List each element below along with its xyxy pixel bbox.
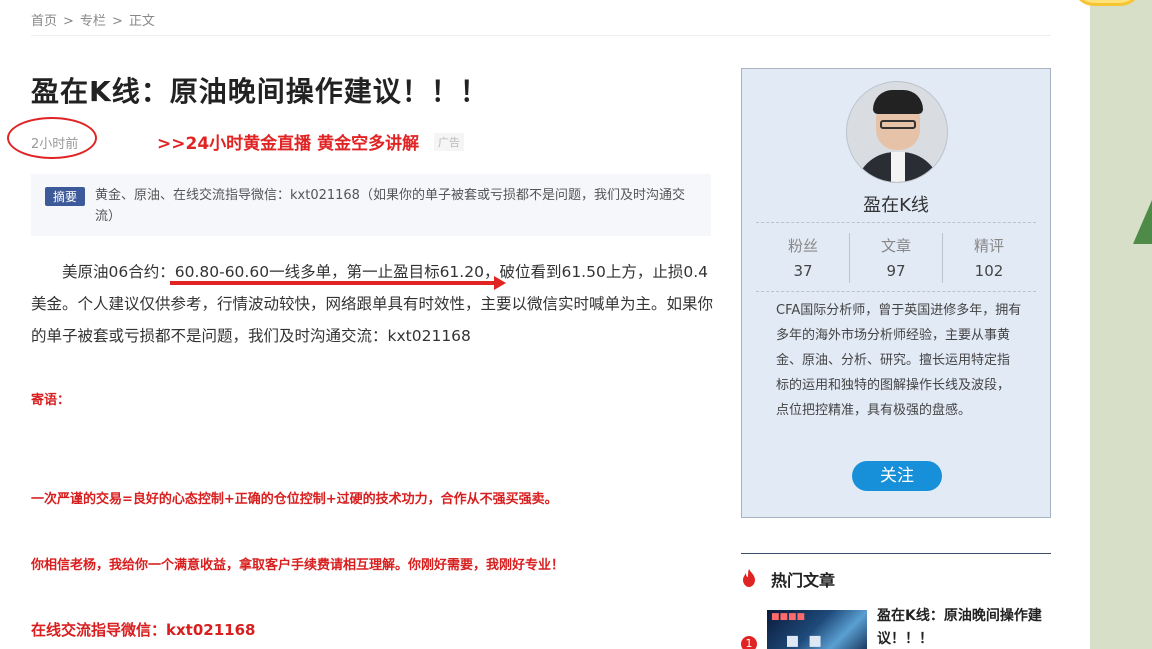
divider <box>741 553 1051 554</box>
hot-article-thumbnail[interactable]: ■■■■ ▪ ▪ <box>767 610 867 649</box>
breadcrumb-home[interactable]: 首页 <box>31 10 57 29</box>
summary-label: 摘要 <box>45 187 86 206</box>
stat-label: 粉丝 <box>787 237 818 255</box>
background-decoration <box>1090 0 1152 649</box>
annotation-arrow <box>170 281 500 285</box>
breadcrumb: 首页 > 专栏 > 正文 <box>31 10 155 29</box>
summary-box: 摘要 黄金、原油、在线交流指导微信：kxt021168（如果你的单子被套或亏损都… <box>31 174 711 236</box>
stat-value: 102 <box>974 262 1004 280</box>
article-body: 美原油06合约：60.80-60.60一线多单，第一止盈目标61.20，破位看到… <box>31 256 714 352</box>
hot-articles-title: 热门文章 <box>771 571 836 590</box>
stat-value: 37 <box>793 262 813 280</box>
quote-2: 你相信老杨，我给你一个满意收益，拿取客户手续费请相互理解。你刚好需要，我刚好专业… <box>31 558 565 573</box>
breadcrumb-separator: > <box>63 14 74 29</box>
follow-button[interactable]: 关注 <box>852 461 942 491</box>
stat-label: 精评 <box>973 237 1004 255</box>
breadcrumb-separator: > <box>111 14 123 29</box>
promo-link[interactable]: >>24小时黄金直播 黄金空多讲解 <box>157 129 419 154</box>
avatar[interactable] <box>846 81 948 183</box>
summary-text: 黄金、原油、在线交流指导微信：kxt021168（如果你的单子被套或亏损都不是问… <box>95 188 685 224</box>
stat-reviews: 精评 102 <box>942 235 1036 280</box>
article-title: 盈在K线：原油晚间操作建议！！！ <box>31 75 489 108</box>
quote-1: 一次严谨的交易=良好的心态控制+正确的仓位控制+过硬的技术功力，合作从不强买强卖… <box>31 492 558 507</box>
author-bio: CFA国际分析师，曾于英国进修多年，拥有多年的海外市场分析师经验，主要从事黄金、… <box>776 303 1022 418</box>
author-card: 盈在K线 粉丝 37 文章 97 精评 102 CFA国际分析师，曾于英国进修多… <box>741 68 1051 518</box>
fire-icon <box>743 569 755 587</box>
stat-label: 文章 <box>880 237 911 255</box>
publish-time: 2小时前 <box>31 137 79 152</box>
annotation-arrow-head <box>494 276 506 290</box>
author-name[interactable]: 盈在K线 <box>742 191 1050 217</box>
divider <box>756 222 1036 223</box>
stat-fans: 粉丝 37 <box>756 235 850 280</box>
stat-articles: 文章 97 <box>849 235 943 280</box>
body-prefix: 美原油06合约： <box>62 263 175 281</box>
body-highlight: 60.80-60.60一线多单，第一止盈目标61.20， <box>174 263 500 282</box>
note-label: 寄语： <box>31 393 71 408</box>
divider <box>31 35 1051 36</box>
divider <box>756 291 1036 292</box>
ad-badge: 广告 <box>434 133 464 151</box>
wechat-line: 在线交流指导微信：kxt021168 <box>31 621 256 639</box>
hot-article-link[interactable]: 盈在K线：原油晚间操作建议！！！ <box>877 605 1047 649</box>
stat-value: 97 <box>886 262 906 280</box>
leaf-decoration <box>1133 200 1152 244</box>
breadcrumb-column[interactable]: 专栏 <box>80 10 106 29</box>
hot-article-rank: 1 <box>741 636 757 649</box>
breadcrumb-current: 正文 <box>128 14 155 29</box>
